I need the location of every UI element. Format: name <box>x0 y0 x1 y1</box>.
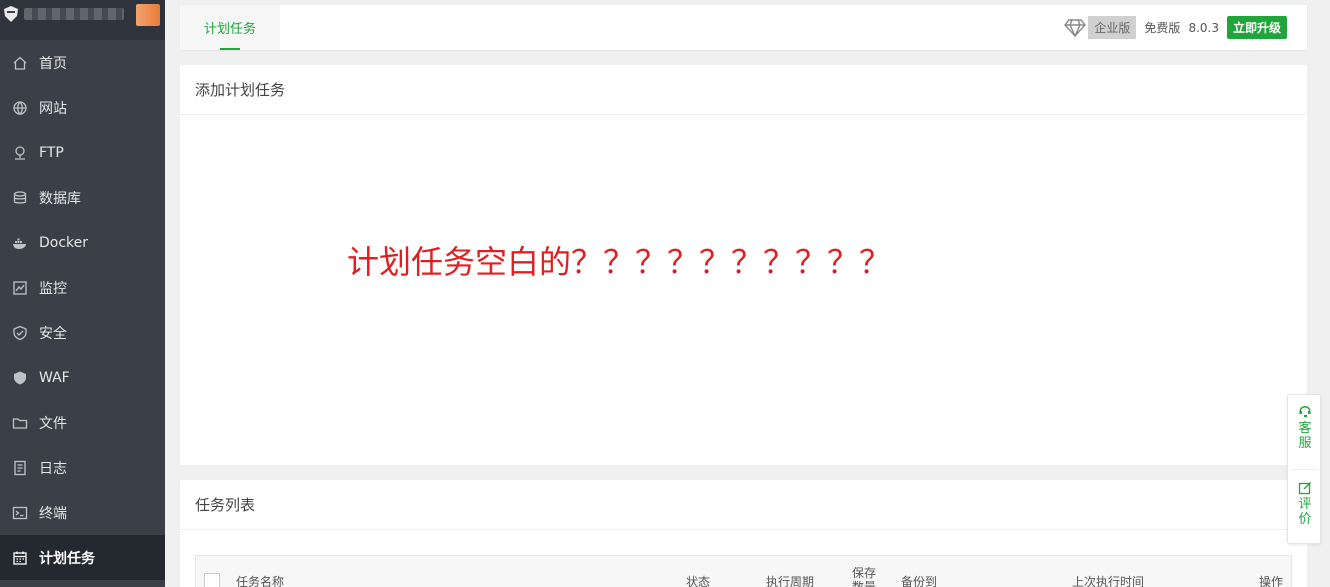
database-icon <box>12 190 28 206</box>
upgrade-button[interactable]: 立即升级 <box>1226 16 1287 39</box>
sidebar-item-label: 安全 <box>39 325 67 342</box>
free-edition-label: 免费版 <box>1144 21 1181 35</box>
add-cron-panel: 添加计划任务 计划任务空白的？？？？？？？？？？ <box>180 65 1307 465</box>
calendar-icon <box>12 550 28 566</box>
enterprise-badge[interactable]: 企业版 <box>1088 16 1137 39</box>
folder-icon <box>12 415 28 431</box>
review-label: 评价 <box>1298 497 1312 527</box>
sidebar-item-docker[interactable]: Docker <box>0 220 165 265</box>
customer-service-label: 客服 <box>1298 421 1312 451</box>
float-divider <box>1292 469 1318 470</box>
sidebar-item-waf[interactable]: WAF <box>0 355 165 400</box>
version-area: 企业版 免费版 8.0.3 立即升级 <box>1064 16 1287 39</box>
tab-label: 计划任务 <box>203 22 256 37</box>
column-header-name: 任务名称 <box>236 575 285 587</box>
sidebar-item-label: 计划任务 <box>39 550 95 567</box>
sidebar-item-files[interactable]: 文件 <box>0 400 165 445</box>
logo-icon <box>4 6 18 22</box>
sidebar-item-label: 监控 <box>39 280 67 297</box>
review-button[interactable]: 评价 <box>1288 481 1322 527</box>
sidebar-item-label: WAF <box>39 369 70 386</box>
sidebar: 首页 网站 FTP 数据库 Docker 监控 安全 WAF 文件 日志 终端 … <box>0 0 165 587</box>
version-number: 8.0.3 <box>1188 20 1219 35</box>
sidebar-item-label: 终端 <box>39 505 67 522</box>
sidebar-item-terminal[interactable]: 终端 <box>0 490 165 535</box>
task-table-header: 任务名称 状态 执行周期 保存数量 备份到 上次执行时间 操作 <box>195 555 1292 587</box>
add-cron-title: 添加计划任务 <box>180 65 1307 115</box>
log-icon <box>12 460 28 476</box>
tab-cron[interactable]: 计划任务 <box>180 5 280 50</box>
column-header-cycle: 执行周期 <box>766 575 815 587</box>
globe-icon <box>12 100 28 116</box>
monitor-icon <box>12 280 28 296</box>
sidebar-item-label: 网站 <box>39 100 67 117</box>
headset-icon <box>1299 406 1311 417</box>
sidebar-item-ftp[interactable]: FTP <box>0 130 165 175</box>
task-list-panel: 任务列表 任务名称 状态 执行周期 保存数量 备份到 上次执行时间 操作 <box>180 480 1307 587</box>
docker-icon <box>12 235 28 251</box>
column-header-actions: 操作 <box>1259 575 1284 587</box>
diamond-icon <box>1064 18 1087 38</box>
sidebar-item-logs[interactable]: 日志 <box>0 445 165 490</box>
sidebar-item-label: 首页 <box>39 55 67 72</box>
customer-service-button[interactable]: 客服 <box>1288 405 1322 451</box>
column-header-status: 状态 <box>686 575 711 587</box>
sidebar-item-website[interactable]: 网站 <box>0 85 165 130</box>
sidebar-item-security[interactable]: 安全 <box>0 310 165 355</box>
sidebar-item-cron[interactable]: 计划任务 <box>0 535 165 580</box>
sidebar-item-monitor[interactable]: 监控 <box>0 265 165 310</box>
sidebar-item-home[interactable]: 首页 <box>0 40 165 85</box>
column-header-save-count: 保存数量 <box>852 566 877 587</box>
select-all-checkbox[interactable] <box>204 573 220 587</box>
blurred-server-name <box>24 8 124 20</box>
sidebar-item-database[interactable]: 数据库 <box>0 175 165 220</box>
edit-icon <box>1298 482 1311 495</box>
sidebar-item-label: 文件 <box>39 415 67 432</box>
shield-icon <box>12 370 28 386</box>
terminal-icon <box>12 505 28 521</box>
tab-indicator <box>220 48 240 50</box>
shield-check-icon <box>12 325 28 341</box>
sidebar-item-label: 数据库 <box>39 190 81 207</box>
column-header-backup-to: 备份到 <box>901 575 938 587</box>
home-icon <box>12 55 28 71</box>
sidebar-item-label: FTP <box>39 144 64 161</box>
float-widget: 客服 评价 <box>1287 394 1321 544</box>
blurred-badge <box>136 4 160 26</box>
column-header-last-run: 上次执行时间 <box>1072 575 1145 587</box>
sidebar-header <box>0 0 165 40</box>
sidebar-nav: 首页 网站 FTP 数据库 Docker 监控 安全 WAF 文件 日志 终端 … <box>0 40 165 580</box>
task-list-title: 任务列表 <box>180 480 1307 530</box>
sidebar-item-label: Docker <box>39 234 89 251</box>
ftp-icon <box>12 145 28 161</box>
annotation-text: 计划任务空白的？？？？？？？？？？ <box>347 243 892 281</box>
sidebar-item-label: 日志 <box>39 460 67 477</box>
top-bar: 计划任务 企业版 免费版 8.0.3 立即升级 <box>180 5 1307 50</box>
